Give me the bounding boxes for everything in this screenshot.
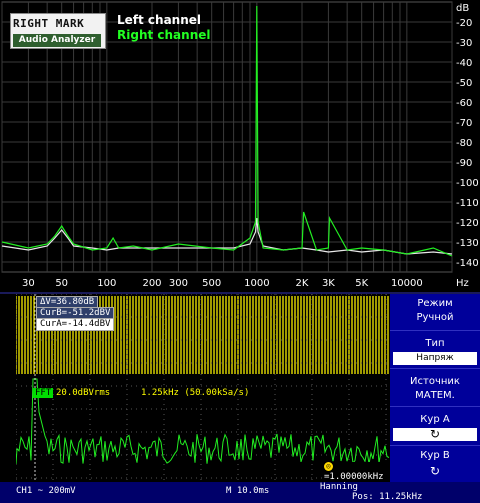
y-unit-label: dB [456,3,469,14]
menu-divider [390,445,480,446]
menu-divider [390,330,480,331]
menu-type-label: Тип [425,338,445,349]
y-tick-label: -80 [456,138,472,149]
y-tick-label: -100 [456,178,479,189]
oscilloscope-panel: ΔV=36.80dB CurB=-51.2dBV CurA=-14.4dBV F… [0,292,480,503]
x-tick-label: 500 [202,278,221,289]
y-tick-label: -70 [456,118,472,129]
menu-divider [390,406,480,407]
fft-window: Hanning [320,482,358,492]
fft-span: 1.25kHz (50.00kSa/s) [141,388,250,398]
x-tick-label: 5K [355,278,368,289]
x-tick-label: 30 [22,278,35,289]
x-tick-label: 300 [169,278,188,289]
rotate-knob-icon: ↻ [429,427,441,441]
y-tick-label: -30 [456,38,472,49]
y-tick-label: -130 [456,238,479,249]
fft-scale: 20.0dBVrms [56,388,111,398]
frequency-value: =1.00000kHz [324,472,384,482]
menu-cursor-a-label: Кур A [420,414,450,425]
y-tick-label: -120 [456,218,479,229]
x-tick-label: 2K [296,278,309,289]
channel-scale: CH1 ~ 200mV [16,486,76,496]
meas-cursor-a: CurA=-14.4dBV [36,318,115,331]
y-tick-label: -140 [456,258,479,269]
cursor-b-knob-button[interactable]: ↻ [390,464,480,478]
y-tick-label: -110 [456,198,479,209]
menu-source-label: Источник [410,376,460,387]
menu-source-button[interactable]: МАТЕМ. [390,390,480,401]
scope-screen: ΔV=36.80dB CurB=-51.2dBV CurA=-14.4dBV F… [15,293,390,482]
menu-mode-button[interactable]: Ручной [390,312,480,323]
fft-tag: FFT [33,388,54,398]
y-tick-label: -60 [456,98,472,109]
trigger-icon: ◎ [324,462,333,471]
rmaa-spectrum-panel: -20 -30 -40 -50 -60 -70 -80 -90 -100 -110 -120 -130… [0,0,480,292]
x-tick-label: 10000 [391,278,423,289]
y-tick-label: -50 [456,78,472,89]
timebase: M 10.0ms [226,486,270,496]
y-tick-label: -20 [456,18,472,29]
menu-divider [390,368,480,369]
x-tick-label: 200 [142,278,161,289]
rotate-knob-icon: ↻ [429,464,441,478]
side-menu: Режим Ручной Тип Напряж Источник МАТЕМ. … [390,294,480,482]
legend-left-channel: Left channel [117,13,202,27]
menu-type-button[interactable]: Напряж [393,352,477,365]
frequency-readout: ◎=1.00000kHz [324,462,390,482]
x-unit-label: Hz [456,278,469,289]
x-tick-label: 1000 [244,278,269,289]
y-tick-label: -40 [456,58,472,69]
status-bar: CH1 ~ 200mV M 10.0ms Hanning Pos: 11.25k… [0,482,480,503]
menu-cursor-b-label: Кур B [420,450,450,461]
logo-title: RIGHT MARK [13,17,85,30]
legend-right-channel: Right channel [117,28,211,42]
x-tick-label: 3K [322,278,335,289]
logo-subtitle: Audio Analyzer [13,34,101,47]
y-tick-label: -90 [456,158,472,169]
x-tick-label: 100 [97,278,116,289]
menu-mode-label: Режим [417,298,453,309]
rmaa-logo: RIGHT MARK Audio Analyzer [10,13,106,49]
x-tick-label: 50 [55,278,68,289]
cursor-a-knob-button[interactable]: ↻ [393,428,477,441]
